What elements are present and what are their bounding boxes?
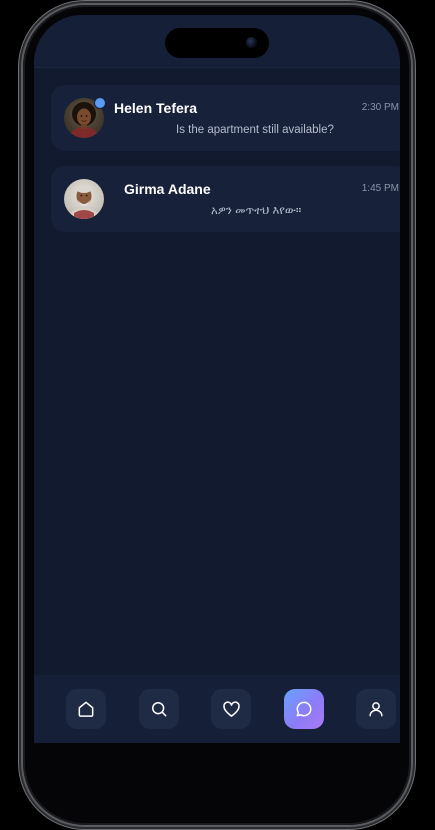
heart-icon: [222, 700, 240, 717]
volume-down-button: [18, 290, 22, 345]
message-preview: Is the apartment still available?: [176, 124, 334, 136]
avatar: [64, 179, 104, 219]
device-stage: Helen Tefera 2:30 PM Is the apartment st…: [0, 0, 435, 830]
nav-search-button[interactable]: [139, 689, 179, 729]
front-camera-icon: [246, 37, 257, 48]
contact-name: Girma Adane: [124, 181, 211, 197]
volume-up-button: [18, 218, 22, 273]
search-icon: [152, 702, 167, 717]
phone-screen: Helen Tefera 2:30 PM Is the apartment st…: [34, 15, 400, 743]
power-button: [411, 238, 415, 326]
conversation-item-girma-adane[interactable]: Girma Adane 1:45 PM አዎን መጥተህ እየው።: [51, 166, 400, 232]
conversation-item-helen-tefera[interactable]: Helen Tefera 2:30 PM Is the apartment st…: [51, 85, 400, 151]
nav-favorites-button[interactable]: [211, 689, 251, 729]
message-time: 2:30 PM: [361, 102, 399, 113]
conversation-list: Helen Tefera 2:30 PM Is the apartment st…: [51, 85, 400, 247]
status-bar: [34, 15, 400, 68]
bottom-navigation-bar: [34, 675, 400, 743]
mute-switch: [18, 157, 22, 191]
nav-profile-button[interactable]: [356, 689, 396, 729]
online-status-dot: [94, 97, 106, 109]
home-icon: [78, 701, 94, 717]
chat-bubble-icon: [296, 701, 312, 717]
contact-name: Helen Tefera: [114, 100, 197, 116]
nav-home-button[interactable]: [66, 689, 106, 729]
dynamic-island: [165, 28, 269, 58]
nav-messages-button[interactable]: [284, 689, 324, 729]
avatar-photo-girma-icon: [64, 179, 104, 219]
message-preview: አዎን መጥተህ እየው።: [211, 205, 302, 217]
user-icon: [369, 702, 383, 717]
message-time: 1:45 PM: [361, 183, 399, 194]
